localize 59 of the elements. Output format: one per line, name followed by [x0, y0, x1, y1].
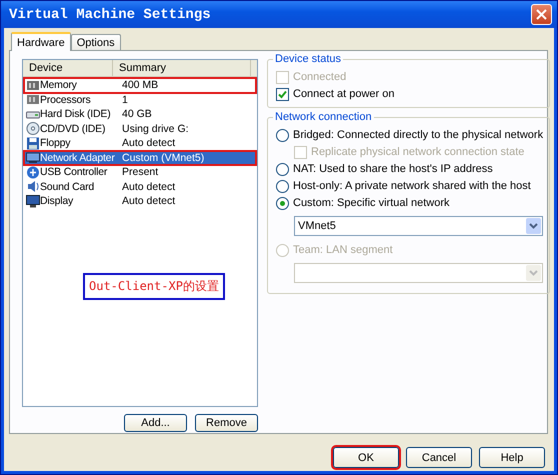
radio-button[interactable]	[276, 196, 289, 210]
device-row[interactable]: Hard Disk (IDE) 40 GB	[24, 107, 256, 122]
window-title: Virtual Machine Settings	[9, 6, 211, 22]
device-name: CD/DVD (IDE)	[40, 122, 106, 135]
device-name: USB Controller	[40, 166, 108, 178]
radio-option[interactable]: Custom: Specific virtual network	[276, 196, 544, 210]
radio-option[interactable]: NAT: Used to share the host's IP address	[276, 162, 544, 176]
radio-button[interactable]	[276, 128, 289, 142]
device-row[interactable]: USB Controller Present	[24, 165, 256, 180]
device-name: Hard Disk (IDE)	[40, 108, 112, 120]
device-row[interactable]: Processors 1	[24, 92, 256, 107]
radio-button[interactable]	[276, 162, 289, 176]
device-row[interactable]: Memory 400 MB	[24, 78, 256, 92]
column-header[interactable]: Device	[23, 60, 113, 76]
tab[interactable]: Hardware	[11, 32, 71, 51]
device-summary: Auto detect	[122, 180, 176, 193]
device-summary: 1	[122, 94, 128, 106]
device-name: Sound Card	[40, 180, 96, 193]
network-card-icon	[26, 151, 40, 164]
dialog-button[interactable]: Cancel	[406, 447, 472, 468]
device-name: Processors	[40, 94, 92, 106]
device-summary: Auto detect	[122, 195, 176, 208]
column-header[interactable]: Summary	[113, 60, 251, 76]
device-row[interactable]: CD/DVD (IDE) Using drive G:	[24, 122, 256, 136]
tab[interactable]: Options	[70, 34, 121, 50]
radio-button[interactable]	[276, 180, 289, 192]
device-summary: Auto detect	[122, 137, 176, 150]
monitor-icon	[26, 194, 40, 208]
device-name: Memory	[40, 79, 78, 92]
processor-icon	[26, 93, 40, 106]
checkbox-option[interactable]: Connect at power on	[276, 87, 544, 101]
device-summary: Using drive G:	[122, 122, 189, 135]
network-dropdown[interactable]: VMnet5	[294, 216, 544, 236]
device-row[interactable]: Network Adapter Custom (VMnet5)	[24, 150, 256, 165]
radio-option[interactable]: Host-only: A private network shared with the host	[276, 179, 544, 193]
checkbox[interactable]	[276, 88, 289, 100]
usb-icon	[26, 166, 40, 179]
radio-option[interactable]: Bridged: Connected directly to the physical network	[276, 128, 544, 142]
device-summary: 40 GB	[122, 108, 152, 120]
checkmark-icon	[278, 90, 287, 98]
list-button[interactable]: Remove	[195, 414, 258, 432]
device-summary: Custom (VMnet5)	[122, 152, 204, 164]
close-icon	[536, 9, 547, 20]
close-button[interactable]	[531, 4, 552, 25]
speaker-icon	[26, 180, 40, 194]
device-name: Floppy	[40, 137, 72, 150]
device-name: Network Adapter	[40, 152, 116, 164]
device-summary: Present	[122, 166, 158, 178]
device-row[interactable]: Sound Card Auto detect	[24, 180, 256, 194]
annotation-label: Out-Client-XP的设置	[83, 273, 225, 300]
disc-icon	[26, 122, 40, 136]
device-name: Display	[40, 195, 74, 208]
dialog-button[interactable]: Help	[479, 447, 545, 468]
device-row[interactable]: Display Auto detect	[24, 194, 256, 208]
device-row[interactable]: Floppy Auto detect	[24, 136, 256, 150]
memory-chip-icon	[26, 78, 40, 92]
dialog-button[interactable]: OK	[333, 447, 399, 468]
list-button[interactable]: Add...	[124, 414, 187, 432]
device-summary: 400 MB	[122, 79, 158, 92]
